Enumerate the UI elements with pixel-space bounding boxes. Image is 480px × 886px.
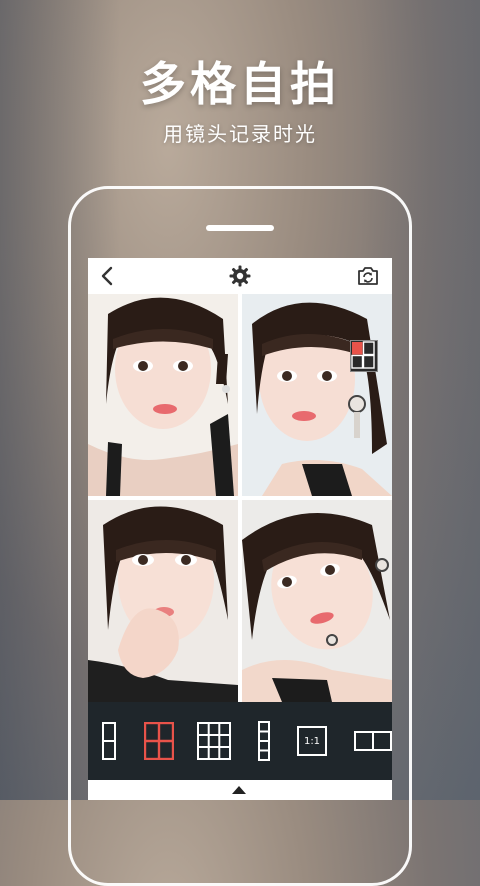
switch-camera-button[interactable] — [356, 264, 380, 288]
caret-up-icon[interactable] — [232, 786, 246, 794]
layout-toolbar: 1:1 — [88, 702, 392, 780]
layout-two-vertical-button[interactable] — [94, 720, 124, 762]
photo-grid — [88, 294, 392, 702]
layout-nine-grid-icon — [197, 722, 231, 760]
bottom-drawer-handle — [88, 780, 392, 800]
layout-nine-grid-button[interactable] — [196, 720, 232, 762]
photo-cell[interactable] — [242, 294, 392, 496]
layout-ratio-icon: 1:1 — [297, 726, 327, 756]
selfie-photo — [88, 500, 238, 702]
current-layout-badge[interactable] — [350, 340, 378, 372]
layout-two-horizontal-button[interactable] — [354, 720, 392, 762]
selfie-photo — [88, 294, 238, 496]
promo-subtitle: 用镜头记录时光 — [163, 122, 317, 146]
photo-cell[interactable] — [88, 500, 238, 702]
layout-strip-button[interactable] — [254, 720, 274, 762]
photo-cell[interactable] — [242, 500, 392, 702]
phone-speaker — [206, 225, 274, 231]
layout-four-grid-icon — [144, 722, 174, 760]
gear-icon — [229, 265, 251, 287]
chevron-left-icon — [101, 266, 113, 286]
layout-four-grid-button[interactable] — [142, 720, 176, 762]
app-screen: 1:1 — [88, 258, 392, 800]
back-button[interactable] — [96, 264, 120, 288]
selfie-photo — [242, 500, 392, 702]
grid-divider — [88, 496, 392, 500]
layout-two-horizontal-icon — [354, 731, 392, 751]
four-grid-layout-icon — [351, 341, 375, 369]
photo-cell[interactable] — [88, 294, 238, 496]
camera-switch-icon — [358, 267, 378, 285]
app-bar — [88, 258, 392, 294]
layout-strip-icon — [258, 721, 270, 761]
ratio-label: 1:1 — [303, 735, 321, 747]
selfie-photo — [242, 294, 392, 496]
promo-title: 多格自拍 — [140, 57, 340, 111]
settings-button[interactable] — [228, 264, 252, 288]
layout-ratio-button[interactable]: 1:1 — [294, 720, 330, 762]
layout-two-vertical-icon — [102, 722, 116, 760]
